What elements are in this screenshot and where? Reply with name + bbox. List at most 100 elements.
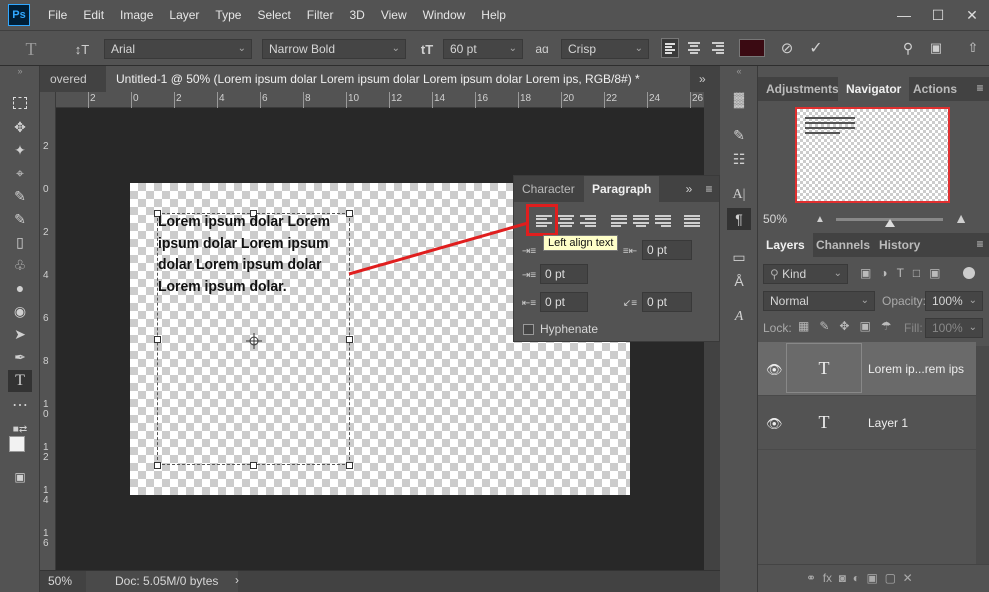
eye-icon[interactable]: 👁︎ [766,362,783,378]
blend-mode-select[interactable]: Normal ⌄ [763,291,875,311]
quick-mask-icon[interactable]: ▣ [8,466,32,488]
maximize-icon[interactable]: ☐ [921,0,955,30]
paint-bucket-icon[interactable]: ♧ [8,254,32,276]
hyphenate-checkbox[interactable] [523,324,534,335]
layer-action-icons[interactable]: ⚭ fx ◙ ◐ ▣ ▢ ✕ [806,571,913,585]
cancel-edits-icon[interactable]: ⊘ [777,38,797,58]
blur-tool-icon[interactable]: ◉ [8,300,32,322]
opacity-input[interactable]: 100% ⌄ [925,291,983,311]
font-style-select[interactable]: Narrow Bold ⌄ [262,39,406,59]
tab-active-document[interactable]: Untitled-1 @ 50% (Lorem ipsum dolar Lore… [106,66,690,92]
layer-row[interactable]: 👁︎ T Lorem ip...rem ips [758,342,976,396]
zoom-level[interactable]: 50% [48,574,72,588]
close-icon[interactable]: ✕ [955,0,989,30]
menu-type[interactable]: Type [215,8,241,22]
font-size-select[interactable]: 60 pt ⌄ [443,39,523,59]
fill-input[interactable]: 100% ⌄ [925,318,983,338]
menu-window[interactable]: Window [423,8,466,22]
tab-overflow-icon[interactable]: » [695,66,719,92]
reference-point-icon[interactable] [246,333,262,349]
menu-filter[interactable]: Filter [307,8,334,22]
navigator-preview[interactable] [795,107,950,203]
font-family-select[interactable]: Arial ⌄ [104,39,252,59]
glyphs-icon[interactable]: A [727,306,751,328]
navigator-zoom-value[interactable]: 50% [763,212,787,226]
more-tools-icon[interactable]: ⋯ [8,394,32,416]
collapse-icon[interactable]: « [727,66,751,76]
layer-name[interactable]: Layer 1 [868,416,908,430]
magic-wand-tool-icon[interactable]: ✦ [8,139,32,161]
clone-source-icon[interactable]: ▭ [727,246,751,268]
type-tool-icon[interactable]: T [8,370,32,392]
tab-navigator[interactable]: Navigator [838,77,910,101]
menu-edit[interactable]: Edit [83,8,104,22]
character-panel-icon[interactable]: A| [727,184,751,206]
lock-icons[interactable]: ▦✎✥▣☂ [798,319,902,333]
space-after-input[interactable]: 0 pt [642,292,692,312]
handle-middle-right[interactable] [346,336,353,343]
panel-menu-icon[interactable]: ≡ [702,181,716,197]
handle-bottom-right[interactable] [346,462,353,469]
move-tool-icon[interactable]: ✥ [8,116,32,138]
tab-character[interactable]: Character [514,176,583,202]
healing-brush-icon[interactable]: ✎ [8,208,32,230]
menu-file[interactable]: File [48,8,67,22]
tab-channels[interactable]: Channels [808,233,878,257]
handle-middle-left[interactable] [154,336,161,343]
panel-menu-icon[interactable]: ≡ [973,80,987,96]
paragraph-panel-icon[interactable]: ¶ [727,208,751,230]
canvas-text-content[interactable]: Lorem ipsum dolar Lorem ipsum dolar Lore… [158,211,344,297]
menu-view[interactable]: View [381,8,407,22]
align-center-icon[interactable] [557,213,575,229]
center-text-icon[interactable] [685,38,703,58]
layer-row[interactable]: 👁︎ T Layer 1 [758,396,976,450]
tab-history[interactable]: History [871,233,928,257]
eye-icon[interactable]: 👁︎ [766,416,783,432]
left-align-text-icon[interactable] [661,38,679,58]
tab-previous-document[interactable]: overed [40,66,104,92]
filter-toggle-icon[interactable] [963,267,975,279]
handle-top-right[interactable] [346,210,353,217]
indent-right-input[interactable]: 0 pt [642,240,692,260]
handle-bottom-left[interactable] [154,462,161,469]
eyedropper-icon[interactable]: ✎ [8,185,32,207]
minimize-icon[interactable]: — [887,0,921,30]
brush-settings-icon[interactable]: ☷ [727,148,751,170]
zoom-out-icon[interactable]: ▲ [813,212,827,226]
justify-last-left-icon[interactable] [610,213,628,229]
tab-layers[interactable]: Layers [758,233,813,257]
antialias-select[interactable]: Crisp ⌄ [561,39,649,59]
foreground-color-swatch[interactable] [9,436,25,452]
layer-filter-select[interactable]: ⚲ Kind ⌄ [763,264,848,284]
type-tool-preset-icon[interactable]: T [18,39,44,59]
justify-last-center-icon[interactable] [632,213,650,229]
justify-last-right-icon[interactable] [654,213,672,229]
commit-edits-icon[interactable]: ✓ [806,38,826,58]
dodge-tool-icon[interactable]: ● [8,277,32,299]
collapse-icon[interactable]: » [8,66,32,76]
brush-icon[interactable]: ✎ [727,124,751,146]
indent-left-input[interactable]: 0 pt [540,264,588,284]
share-icon[interactable]: ⇧ [963,38,983,58]
tab-adjustments[interactable]: Adjustments [758,77,847,101]
pen-tool-icon[interactable]: ✒ [8,346,32,368]
align-right-icon[interactable] [579,213,597,229]
search-icon[interactable]: ⚲ [898,38,918,58]
justify-all-icon[interactable] [683,213,701,229]
character-styles-icon[interactable]: Å [727,270,751,292]
panel-collapse-icon[interactable]: » [682,181,696,197]
status-menu-icon[interactable]: › [235,573,239,587]
menu-help[interactable]: Help [481,8,506,22]
workspace-icon[interactable]: ▣ [926,38,946,58]
layer-name[interactable]: Lorem ip...rem ips [868,362,964,376]
menu-select[interactable]: Select [257,8,290,22]
menu-image[interactable]: Image [120,8,153,22]
tab-actions[interactable]: Actions [905,77,965,101]
tab-paragraph[interactable]: Paragraph [584,176,660,202]
histogram-icon[interactable]: ▓ [727,88,751,110]
menu-3d[interactable]: 3D [349,8,364,22]
marquee-tool-icon[interactable] [8,92,32,114]
zoom-slider-thumb[interactable] [884,219,895,227]
zoom-in-icon[interactable]: ▲ [952,210,970,226]
right-align-text-icon[interactable] [709,38,727,58]
